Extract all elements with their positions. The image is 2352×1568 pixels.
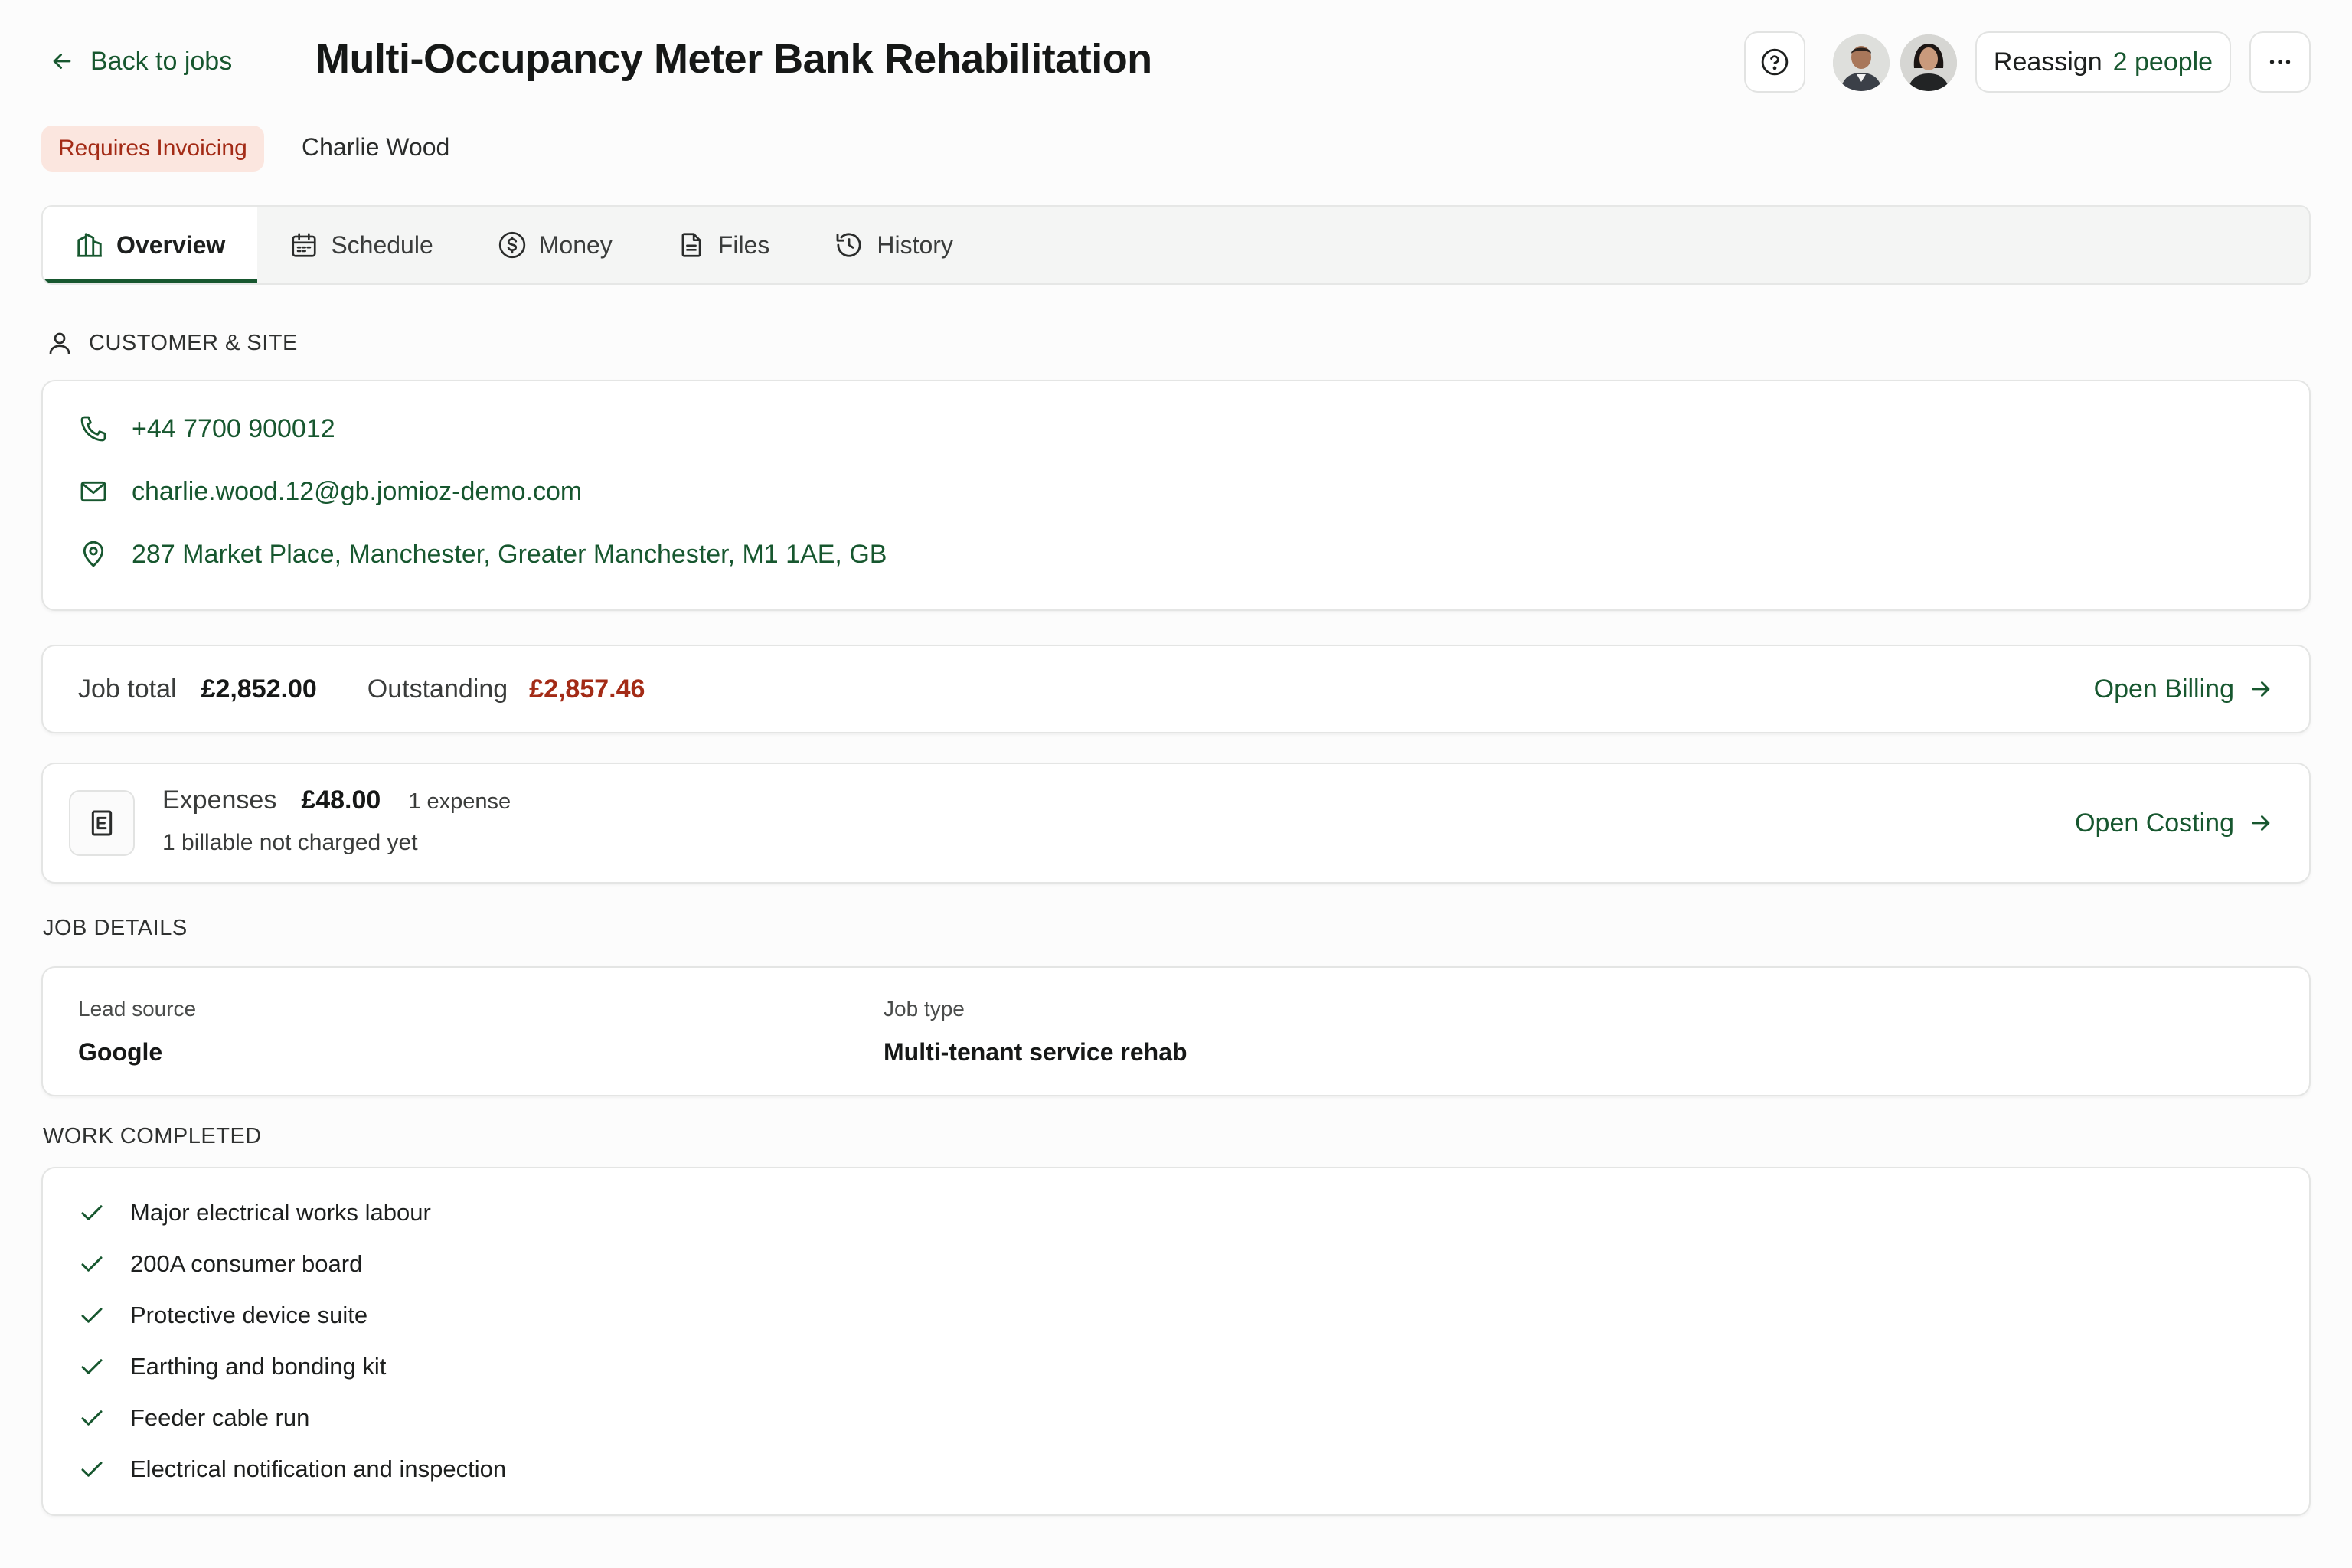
job-details-heading: JOB DETAILS bbox=[43, 916, 188, 940]
list-item: Feeder cable run bbox=[78, 1404, 309, 1432]
avatar bbox=[1897, 31, 1960, 94]
work-item-label: Earthing and bonding kit bbox=[130, 1353, 387, 1380]
tab-schedule-label: Schedule bbox=[331, 230, 433, 259]
expenses-card: Expenses £48.00 1 expense 1 billable not… bbox=[41, 763, 2311, 884]
file-icon bbox=[677, 230, 706, 260]
check-icon bbox=[78, 1353, 106, 1380]
open-billing-link[interactable]: Open Billing bbox=[2094, 646, 2274, 732]
billing-card: Job total £2,852.00 Outstanding £2,857.4… bbox=[41, 645, 2311, 733]
job-type-value: Multi-tenant service rehab bbox=[884, 1038, 1187, 1066]
tab-files-label: Files bbox=[717, 230, 770, 259]
list-item: Electrical notification and inspection bbox=[78, 1455, 506, 1483]
open-costing-link[interactable]: Open Costing bbox=[2075, 764, 2274, 882]
lead-source-label: Lead source bbox=[78, 997, 197, 1021]
list-item: Major electrical works labour bbox=[78, 1199, 431, 1227]
reassign-button[interactable]: Reassign 2 people bbox=[1975, 31, 2231, 93]
back-to-jobs-label: Back to jobs bbox=[90, 46, 233, 76]
calendar-icon bbox=[289, 230, 318, 260]
user-icon bbox=[46, 329, 74, 357]
email-address: charlie.wood.12@gb.jomioz-demo.com bbox=[132, 476, 583, 506]
tab-money[interactable]: Money bbox=[466, 207, 645, 283]
work-item-label: Electrical notification and inspection bbox=[130, 1455, 507, 1482]
more-horizontal-icon bbox=[2266, 48, 2294, 76]
assignee-count: 2 people bbox=[2112, 47, 2213, 77]
tab-overview[interactable]: Overview bbox=[43, 207, 258, 283]
billing-summary: Job total £2,852.00 Outstanding £2,857.4… bbox=[78, 646, 645, 732]
arrow-right-icon bbox=[2248, 810, 2274, 836]
customer-site-heading-label: CUSTOMER & SITE bbox=[89, 330, 298, 355]
avatar bbox=[1830, 31, 1893, 94]
check-icon bbox=[78, 1302, 106, 1329]
customer-site-heading: CUSTOMER & SITE bbox=[46, 329, 298, 357]
phone-number: +44 7700 900012 bbox=[132, 413, 335, 443]
expenses-summary: Expenses £48.00 1 expense bbox=[162, 786, 511, 815]
work-item-label: Feeder cable run bbox=[130, 1404, 310, 1431]
question-circle-icon bbox=[1760, 47, 1789, 77]
list-item: Protective device suite bbox=[78, 1302, 368, 1329]
open-billing-label: Open Billing bbox=[2093, 674, 2234, 704]
arrow-right-icon bbox=[2248, 676, 2274, 702]
outstanding-value: £2,857.46 bbox=[529, 674, 645, 704]
tab-files[interactable]: Files bbox=[645, 207, 802, 283]
history-icon bbox=[834, 230, 864, 260]
tab-bar: Overview Schedule Money Files History bbox=[41, 205, 2311, 285]
tab-history-label: History bbox=[877, 230, 953, 259]
dollar-icon bbox=[498, 230, 527, 260]
more-options-button[interactable] bbox=[2249, 31, 2311, 93]
expenses-label: Expenses bbox=[162, 786, 277, 815]
help-button[interactable] bbox=[1744, 31, 1805, 93]
expenses-amount: £48.00 bbox=[301, 786, 381, 815]
tab-money-label: Money bbox=[538, 230, 612, 259]
building-icon bbox=[75, 230, 104, 260]
work-item-label: Protective device suite bbox=[130, 1302, 368, 1328]
tab-schedule[interactable]: Schedule bbox=[257, 207, 465, 283]
tab-history[interactable]: History bbox=[802, 207, 985, 283]
check-icon bbox=[78, 1199, 106, 1227]
page-title: Multi-Occupancy Meter Bank Rehabilitatio… bbox=[315, 36, 1152, 82]
receipt-icon bbox=[69, 790, 135, 856]
site-address: 287 Market Place, Manchester, Greater Ma… bbox=[132, 539, 887, 569]
job-total-label: Job total bbox=[78, 674, 177, 704]
email-row[interactable]: charlie.wood.12@gb.jomioz-demo.com bbox=[78, 476, 582, 507]
job-total-value: £2,852.00 bbox=[201, 674, 317, 704]
check-icon bbox=[78, 1404, 106, 1432]
customer-site-card: +44 7700 900012 charlie.wood.12@gb.jomio… bbox=[41, 380, 2311, 611]
tab-overview-label: Overview bbox=[116, 230, 226, 259]
assignee-avatars[interactable] bbox=[1830, 31, 1962, 94]
check-icon bbox=[78, 1250, 106, 1278]
status-badge: Requires Invoicing bbox=[41, 126, 264, 172]
open-costing-label: Open Costing bbox=[2075, 808, 2234, 838]
work-item-label: Major electrical works labour bbox=[130, 1199, 431, 1226]
expenses-note: 1 billable not charged yet bbox=[162, 830, 418, 855]
list-item: 200A consumer board bbox=[78, 1250, 362, 1278]
arrow-left-icon bbox=[49, 48, 75, 74]
address-row[interactable]: 287 Market Place, Manchester, Greater Ma… bbox=[78, 539, 887, 570]
lead-source-value: Google bbox=[78, 1038, 163, 1066]
phone-icon bbox=[78, 413, 109, 444]
job-type-label: Job type bbox=[884, 997, 965, 1021]
map-pin-icon bbox=[78, 539, 109, 570]
list-item: Earthing and bonding kit bbox=[78, 1353, 386, 1380]
work-completed-card: Major electrical works labour 200A consu… bbox=[41, 1167, 2311, 1516]
work-item-label: 200A consumer board bbox=[130, 1250, 363, 1277]
customer-name: Charlie Wood bbox=[302, 133, 450, 161]
mail-icon bbox=[78, 476, 109, 507]
outstanding-label: Outstanding bbox=[367, 674, 508, 704]
work-completed-heading: WORK COMPLETED bbox=[43, 1124, 262, 1148]
job-details-card: Lead source Google Job type Multi-tenant… bbox=[41, 966, 2311, 1096]
back-to-jobs-link[interactable]: Back to jobs bbox=[49, 43, 232, 80]
phone-row[interactable]: +44 7700 900012 bbox=[78, 413, 335, 444]
expenses-count: 1 expense bbox=[408, 789, 511, 814]
check-icon bbox=[78, 1455, 106, 1483]
reassign-label: Reassign bbox=[1993, 47, 2102, 77]
